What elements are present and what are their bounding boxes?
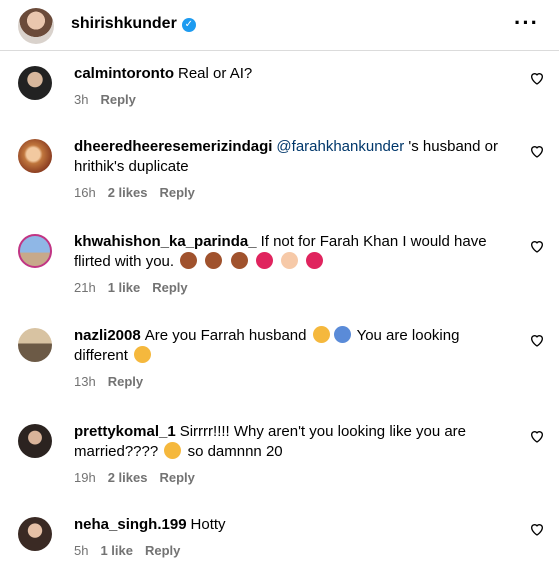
post-header: shirishkunder ✓ ··· [0,0,559,50]
red-heart-icon [255,252,273,269]
avatar[interactable] [18,66,52,100]
see-no-evil-monkey-icon [230,252,248,269]
verified-badge-icon: ✓ [181,18,196,32]
astonished-face-icon [164,442,182,459]
comment-meta: 3h Reply [74,90,514,110]
comment-body: khwahishon_ka_parinda_ If not for Farah K… [74,232,514,298]
comment-text-continued: so damnnn 20 [187,443,283,460]
monocle-face-icon [312,326,330,343]
comment-time: 21h [74,280,96,295]
astonished-face-icon [134,346,152,363]
heart-hands-icon [280,252,298,269]
avatar[interactable] [18,139,52,173]
comment-mention[interactable]: @farahkhankunder [276,138,404,155]
reply-button[interactable]: Reply [159,470,194,485]
comment-meta: 19h 2 likes Reply [74,468,514,488]
avatar[interactable] [18,8,54,44]
avatar[interactable] [18,234,52,268]
comment-username[interactable]: dheeredheeresemerizindagi [74,138,272,155]
comment-time: 3h [74,92,89,107]
comment-time: 16h [74,185,96,200]
comment-body: calmintoronto Real or AI? 3h Reply [74,64,514,110]
comment-text: Real or AI? [178,65,253,82]
avatar[interactable] [18,517,52,551]
comment-body: neha_singh.199 Hotty 5h 1 like Reply [74,515,514,561]
comment-meta: 21h 1 like Reply [74,278,514,298]
see-no-evil-monkey-icon [205,252,223,269]
likes-count[interactable]: 2 likes [108,185,148,200]
comment-text: Are you Farrah husband [144,327,307,344]
comment-username[interactable]: prettykomal_1 [74,423,176,440]
avatar[interactable] [18,424,52,458]
post-author-name[interactable]: shirishkunder [71,15,177,32]
comment-meta: 13h Reply [74,372,514,392]
heart-icon[interactable] [529,238,545,254]
likes-count[interactable]: 1 like [100,543,133,558]
fearful-face-icon [333,326,351,343]
comment-text: Hotty [190,516,226,533]
emoji-row [178,252,325,270]
more-options-icon[interactable]: ··· [514,10,539,36]
red-heart-icon [306,252,324,269]
comment-username[interactable]: nazli2008 [74,327,141,344]
comment-time: 19h [74,470,96,485]
comment-username[interactable]: calmintoronto [74,65,174,82]
comment-meta: 16h 2 likes Reply [74,183,514,203]
comment-time: 5h [74,543,89,558]
reply-button[interactable]: Reply [145,543,180,558]
reply-button[interactable]: Reply [100,92,135,107]
divider [0,50,559,51]
comment-username[interactable]: khwahishon_ka_parinda_ [74,233,257,250]
likes-count[interactable]: 2 likes [108,470,148,485]
avatar[interactable] [18,328,52,362]
reply-button[interactable]: Reply [152,280,187,295]
see-no-evil-monkey-icon [180,252,198,269]
comment-meta: 5h 1 like Reply [74,541,514,561]
comment-body: nazli2008 Are you Farrah husband You are … [74,326,514,392]
heart-icon[interactable] [529,143,545,159]
reply-button[interactable]: Reply [108,374,143,389]
likes-count[interactable]: 1 like [108,280,141,295]
comment-username[interactable]: neha_singh.199 [74,516,187,533]
heart-icon[interactable] [529,332,545,348]
comment-time: 13h [74,374,96,389]
post-author[interactable]: shirishkunder ✓ [71,15,196,33]
reply-button[interactable]: Reply [159,185,194,200]
heart-icon[interactable] [529,428,545,444]
comment-body: dheeredheeresemerizindagi @farahkhankunde… [74,137,514,203]
heart-icon[interactable] [529,70,545,86]
comment-body: prettykomal_1 Sirrrr!!!! Why aren't you l… [74,422,514,488]
heart-icon[interactable] [529,521,545,537]
